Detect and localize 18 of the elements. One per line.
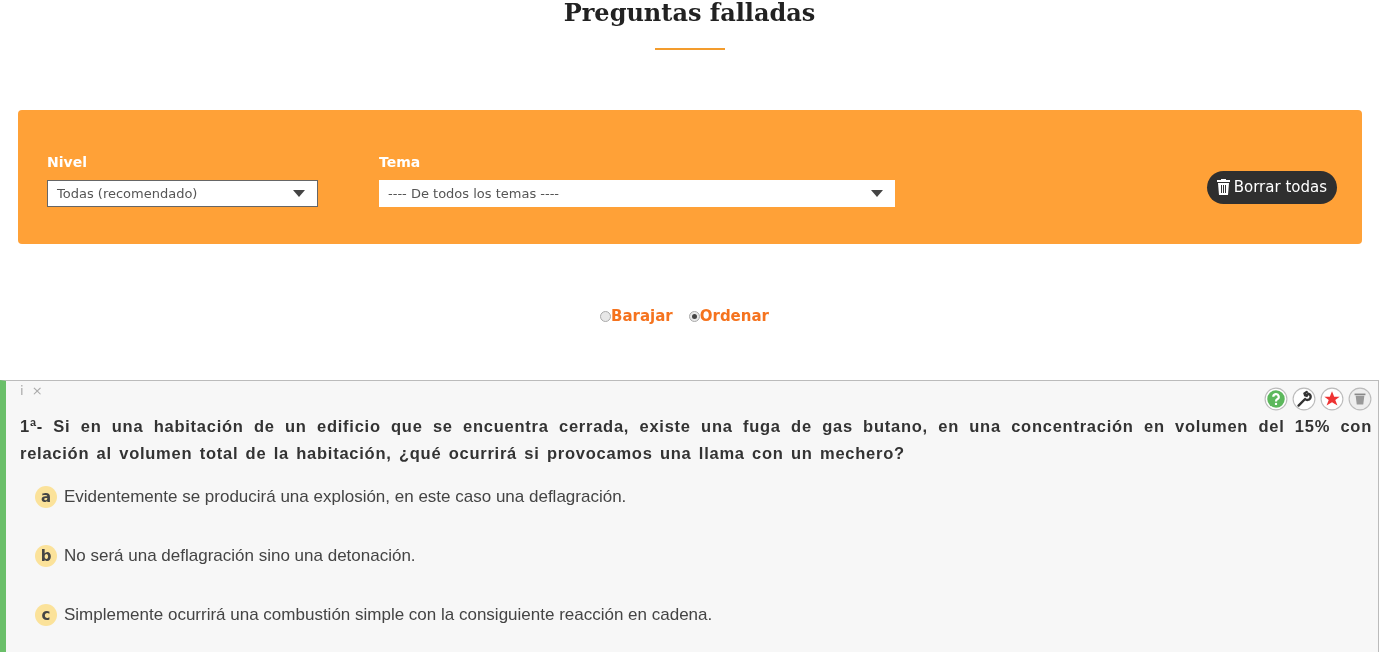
- nivel-label: Nivel: [47, 153, 88, 170]
- trash-icon[interactable]: [1348, 387, 1372, 411]
- answer-text[interactable]: Evidentemente se producirá una explosión, en este caso una deflagración.: [64, 486, 627, 507]
- page-title: Preguntas falladas: [562, 0, 817, 26]
- answer-text[interactable]: No será una deflagración sino una detonación.: [64, 545, 416, 566]
- answer-letter[interactable]: b: [35, 544, 57, 567]
- question-text: 1ª- Si en una habitación de un edificio que se encuentra cerrada, existe una fuga de gas butano, en una concentración en volumen del 15% con relación al volumen total de la habitación, ¿qué ocurrirá si provocamos una llama con un mechero?: [20, 416, 1372, 464]
- answer-letter[interactable]: a: [35, 485, 57, 508]
- trash-icon: [1216, 179, 1230, 195]
- answer-text[interactable]: Simplemente ocurrirá una combustión simple con la consiguiente reacción en cadena.: [64, 604, 713, 625]
- tema-label: Tema: [379, 153, 422, 170]
- nivel-dropdown[interactable]: Todas (recomendado): [47, 179, 318, 207]
- caret-icon: [871, 189, 883, 197]
- answer-letter[interactable]: c: [35, 603, 57, 626]
- tema-dropdown[interactable]: ---- De todos los temas ----: [379, 179, 895, 207]
- wrench-icon[interactable]: [1292, 387, 1316, 411]
- caret-icon: [293, 189, 305, 197]
- delete-all-button[interactable]: Borrar todas: [1206, 170, 1337, 204]
